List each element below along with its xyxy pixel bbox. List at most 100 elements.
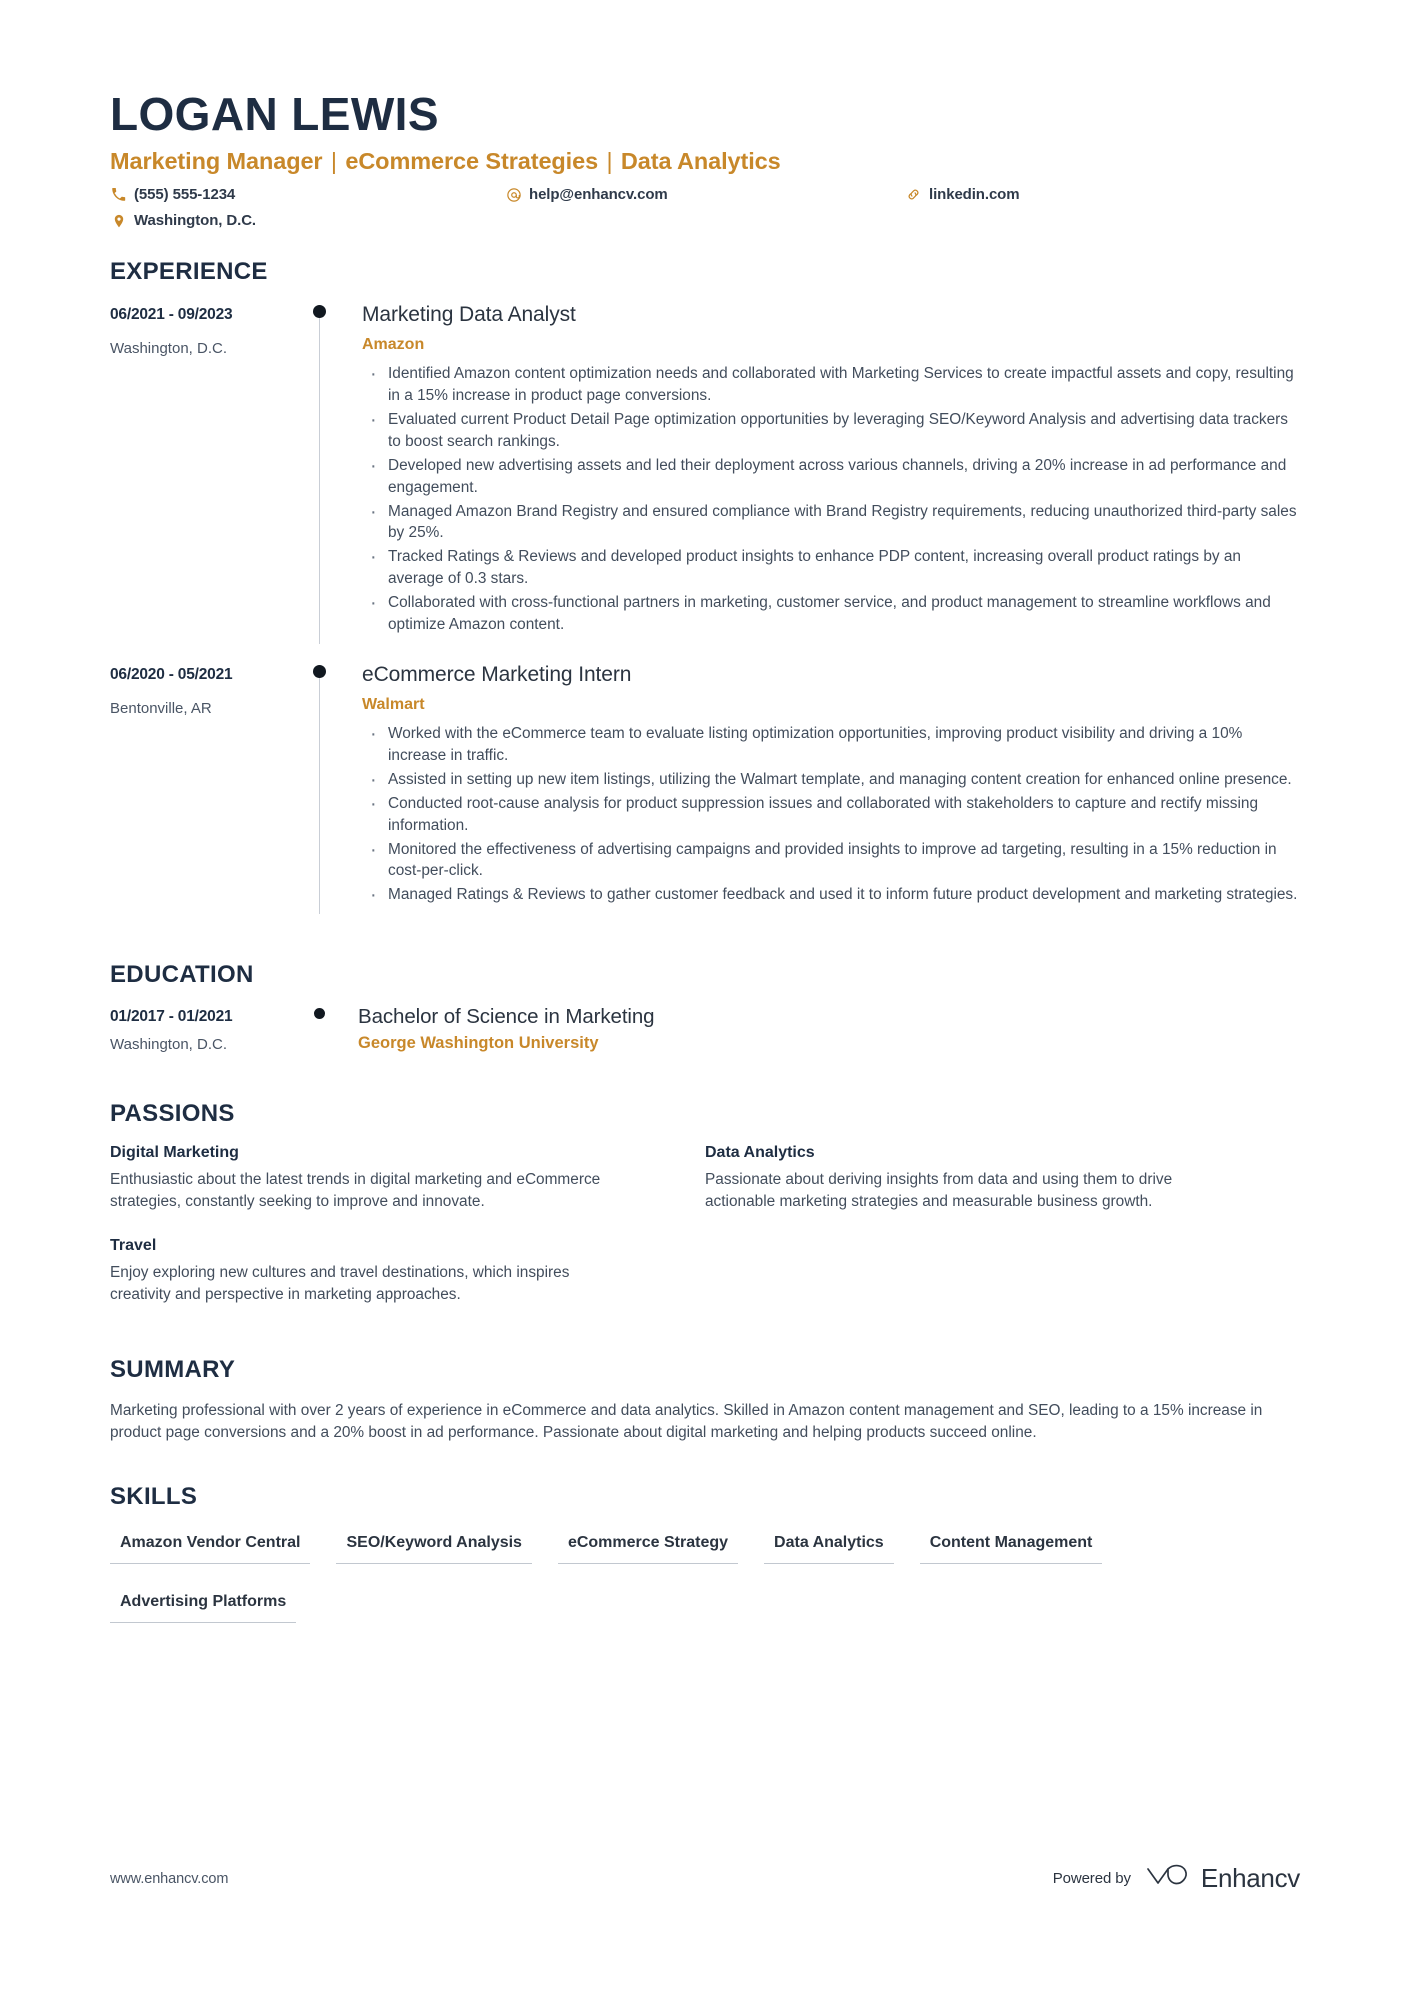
summary-section-title: SUMMARY [110,1356,236,1384]
headline-separator-1: | [324,148,344,175]
contact-info: (555) 555-1234 help@enhancv.com linkedin… [110,186,1300,229]
link-value: linkedin.com [929,186,1020,204]
education-section-title: EDUCATION [110,961,254,989]
experience-entry-meta: 06/2021 - 09/2023 Washington, D.C. [110,302,310,359]
passion-title: Digital Marketing [110,1144,239,1162]
contact-row-2: Washington, D.C. [110,212,1300,229]
passions-section-title: PASSIONS [110,1099,235,1127]
experience-date: 06/2021 - 09/2023 [110,305,233,323]
experience-company: Amazon [362,336,425,354]
summary-text: Marketing professional with over 2 years… [110,1401,1263,1441]
contact-phone[interactable]: (555) 555-1234 [110,186,505,203]
passion-title: Data Analytics [705,1144,815,1162]
summary-section: SUMMARY Marketing professional with over… [110,1356,1300,1444]
resume-content: LOGAN LEWIS Marketing Manager | eCommerc… [110,0,1300,1645]
experience-bullet-list: Worked with the eCommerce team to evalua… [362,720,1300,909]
experience-section: EXPERIENCE 06/2021 - 09/2023 Washington,… [110,258,1300,915]
experience-date: 06/2020 - 05/2021 [110,665,233,683]
timeline-dot-icon [313,664,326,678]
passion-item: Travel Enjoy exploring new cultures and … [110,1236,705,1306]
bullet-item: Tracked Ratings & Reviews and developed … [362,543,1300,590]
skill-chip: SEO/Keyword Analysis [336,1527,532,1564]
timeline-rail [310,1005,358,1055]
skill-chip: Amazon Vendor Central [110,1527,311,1564]
passion-description: Passionate about deriving insights from … [705,1171,1173,1211]
skill-chip: Data Analytics [764,1527,894,1564]
candidate-headline: Marketing Manager | eCommerce Strategies… [110,147,1300,175]
page-left-rail [0,0,14,1995]
education-entry-meta: 01/2017 - 01/2021 Washington, D.C. [110,1005,310,1055]
experience-entry: 06/2020 - 05/2021 Bentonville, AR eComme… [110,662,1300,915]
footer-website-url[interactable]: www.enhancv.com [110,1871,228,1887]
page-footer: www.enhancv.com Powered by Enhancv [110,1862,1300,1895]
passions-grid: Digital Marketing Enthusiastic about the… [110,1143,1300,1329]
bullet-item: Identified Amazon content optimization n… [362,360,1300,407]
bullet-item: Developed new advertising assets and led… [362,452,1300,499]
education-degree: Bachelor of Science in Marketing [358,1004,655,1028]
passion-item: Digital Marketing Enthusiastic about the… [110,1143,705,1213]
timeline-line [319,313,321,644]
timeline-rail [310,662,362,915]
passion-item: Data Analytics Passionate about deriving… [705,1143,1300,1213]
headline-part-2: eCommerce Strategies [345,148,599,175]
bullet-item: Collaborated with cross-functional partn… [362,589,1300,636]
experience-section-title: EXPERIENCE [110,258,268,286]
experience-job-title: eCommerce Marketing Intern [362,662,632,686]
bullet-item: Monitored the effectiveness of advertisi… [362,836,1300,883]
resume-page: LOGAN LEWIS Marketing Manager | eCommerc… [0,0,1410,1995]
headline-part-1: Marketing Manager [110,148,323,175]
contact-link[interactable]: linkedin.com [905,186,1205,203]
passion-description: Enjoy exploring new cultures and travel … [110,1264,570,1304]
education-location: Washington, D.C. [110,1036,227,1054]
education-school: George Washington University [358,1034,599,1053]
timeline-rail [310,302,362,644]
powered-by-label: Powered by [1052,1870,1131,1887]
experience-company: Walmart [362,695,425,713]
bullet-item: Assisted in setting up new item listings… [362,766,1300,794]
bullet-item: Conducted root-cause analysis for produc… [362,790,1300,837]
experience-location: Bentonville, AR [110,700,212,718]
link-icon [905,186,922,203]
bullet-item: Worked with the eCommerce team to evalua… [362,720,1300,767]
bullet-item: Managed Amazon Brand Registry and ensure… [362,498,1300,545]
candidate-name: LOGAN LEWIS [110,88,439,140]
enhancv-wordmark: Enhancv [1200,1863,1300,1893]
skills-list: Amazon Vendor Central SEO/Keyword Analys… [110,1527,1300,1645]
experience-entry-body: Marketing Data Analyst Amazon Identified… [362,302,1300,644]
headline-part-3: Data Analytics [620,148,781,175]
phone-icon [110,186,127,203]
skills-section: SKILLS Amazon Vendor Central SEO/Keyword… [110,1483,1300,1645]
skill-chip: Advertising Platforms [110,1586,297,1623]
email-icon [505,186,522,203]
passion-description: Enthusiastic about the latest trends in … [110,1171,601,1211]
experience-entry-body: eCommerce Marketing Intern Walmart Worke… [362,662,1300,914]
location-value: Washington, D.C. [134,212,256,230]
timeline-dot-icon [313,304,326,318]
passion-title: Travel [110,1237,157,1255]
contact-email[interactable]: help@enhancv.com [505,186,905,203]
resume-header: LOGAN LEWIS Marketing Manager | eCommerc… [110,0,1300,229]
experience-entry-meta: 06/2020 - 05/2021 Bentonville, AR [110,662,310,719]
phone-value: (555) 555-1234 [134,186,236,204]
bullet-item: Managed Ratings & Reviews to gather cust… [362,881,1300,909]
enhancv-mark-icon [1145,1862,1191,1895]
footer-branding: Powered by Enhancv [1052,1862,1301,1895]
skill-chip: eCommerce Strategy [557,1527,739,1564]
contact-location: Washington, D.C. [110,212,505,229]
experience-job-title: Marketing Data Analyst [362,302,576,326]
education-entry-body: Bachelor of Science in Marketing George … [358,1005,1300,1054]
education-entry: 01/2017 - 01/2021 Washington, D.C. Bache… [110,1005,1300,1055]
timeline-line [319,673,321,915]
headline-separator-2: | [600,148,619,175]
experience-location: Washington, D.C. [110,340,227,358]
email-value: help@enhancv.com [529,186,668,204]
experience-entry: 06/2021 - 09/2023 Washington, D.C. Marke… [110,302,1300,644]
skill-chip: Content Management [919,1527,1103,1564]
contact-row-1: (555) 555-1234 help@enhancv.com linkedin… [110,186,1300,203]
enhancv-logo: Enhancv [1145,1862,1300,1895]
location-pin-icon [110,212,127,229]
timeline-pin-icon [314,1007,325,1019]
education-date: 01/2017 - 01/2021 [110,1007,233,1025]
experience-bullet-list: Identified Amazon content optimization n… [362,360,1300,636]
education-section: EDUCATION 01/2017 - 01/2021 Washington, … [110,961,1300,1055]
